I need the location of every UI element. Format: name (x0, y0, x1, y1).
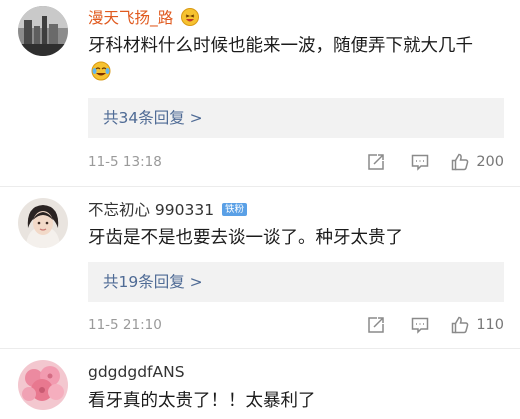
comment-actions: 110 (366, 314, 504, 336)
avatar[interactable] (18, 6, 68, 56)
like-button[interactable]: 110 (450, 315, 504, 335)
fan-badge: 铁粉 (222, 203, 248, 216)
like-count: 200 (476, 154, 504, 170)
avatar[interactable] (18, 360, 68, 410)
avatar[interactable] (18, 198, 68, 248)
comment-icon[interactable] (410, 315, 430, 335)
comment-text: 牙齿是不是也要去谈一谈了。种牙太贵了 (88, 228, 403, 248)
view-replies-button[interactable]: 共34条回复 > (88, 98, 504, 138)
comment-actions: 200 (366, 151, 504, 173)
timestamp: 11-5 21:10 (88, 317, 162, 333)
crying-laugh-emoji-icon (91, 61, 111, 91)
username[interactable]: 不忘初心 990331 铁粉 (88, 198, 248, 220)
divider (0, 186, 520, 187)
like-icon (450, 315, 470, 335)
username[interactable]: gdgdgdfANS (88, 363, 185, 381)
comment-icon[interactable] (410, 152, 430, 172)
share-icon[interactable] (366, 315, 386, 335)
like-icon (450, 152, 470, 172)
username[interactable]: 漫天飞扬_路 (88, 6, 200, 30)
lol-emoji-icon (181, 7, 200, 30)
view-replies-button[interactable]: 共19条回复 > (88, 262, 504, 302)
comment-text: 看牙真的太贵了！！太暴利了 (88, 391, 316, 411)
comment-text: 牙科材料什么时候也能来一波，随便弄下就大几千 (88, 32, 494, 91)
share-icon[interactable] (366, 152, 386, 172)
like-count: 110 (476, 317, 504, 333)
like-button[interactable]: 200 (450, 152, 504, 172)
divider (0, 348, 520, 349)
timestamp: 11-5 13:18 (88, 154, 162, 170)
